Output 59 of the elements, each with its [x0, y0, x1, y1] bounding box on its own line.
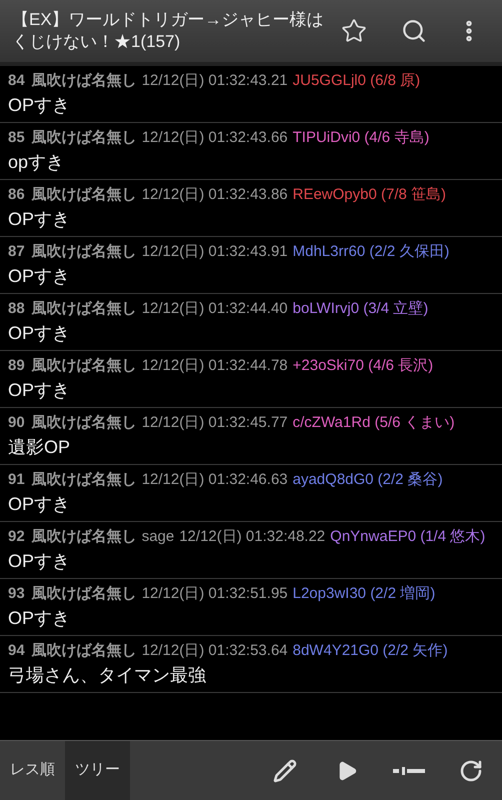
post-body: 弓場さん、タイマン最強 — [8, 664, 207, 687]
poster-name: 風吹けば名無し — [32, 413, 137, 432]
poster-id[interactable]: QnYnwaEP0 (1/4 悠木) — [330, 527, 486, 546]
post-number[interactable]: 85 — [8, 128, 25, 147]
sort-tab[interactable]: ツリー — [65, 741, 130, 800]
thread-title: 【EX】ワールドトリガー→ジャヒー様はくじけない！★1(157) — [12, 9, 324, 53]
poster-id[interactable]: REewOpyb0 (7/8 笹島) — [292, 185, 446, 204]
poster-name: 風吹けば名無し — [32, 71, 137, 90]
post-date: 12/12(日) 01:32:44.78 — [142, 356, 288, 375]
poster-name: 風吹けば名無し — [32, 356, 137, 375]
post-body: OPすき — [8, 208, 72, 231]
post-date: 12/12(日) 01:32:46.63 — [142, 470, 288, 489]
poster-name: 風吹けば名無し — [32, 584, 137, 603]
post-body: OPすき — [8, 265, 72, 288]
post-body: OPすき — [8, 493, 72, 516]
post-number[interactable]: 92 — [8, 527, 25, 546]
poster-name: 風吹けば名無し — [32, 470, 137, 489]
poster-id[interactable]: c/cZWa1Rd (5/6 くまい) — [292, 413, 455, 432]
sort-tab[interactable]: レス順 — [0, 741, 65, 800]
poster-id[interactable]: TIPUiDvi0 (4/6 寺島) — [292, 128, 430, 147]
poster-name: 風吹けば名無し — [32, 185, 137, 204]
post-number[interactable]: 93 — [8, 584, 25, 603]
post-body: OPすき — [8, 322, 72, 345]
post-date: 12/12(日) 01:32:48.22 — [179, 527, 326, 546]
post-body: OPすき — [8, 379, 72, 402]
post-number[interactable]: 91 — [8, 470, 25, 489]
post-number[interactable]: 87 — [8, 242, 25, 261]
post-date: 12/12(日) 01:32:43.66 — [142, 128, 288, 147]
poster-name: 風吹けば名無し — [32, 242, 137, 261]
post-number[interactable]: 89 — [8, 356, 25, 375]
post-body: opすき — [8, 151, 66, 174]
post-body: OPすき — [8, 607, 72, 630]
post-number[interactable]: 94 — [8, 641, 25, 660]
poster-name: 風吹けば名無し — [32, 299, 137, 318]
poster-name: 風吹けば名無し — [32, 128, 137, 147]
post-body: 遺影OP — [8, 436, 72, 459]
poster-id[interactable]: 8dW4Y21G0 (2/2 矢作) — [292, 641, 448, 660]
post-date: 12/12(日) 01:32:51.95 — [142, 584, 288, 603]
poster-id[interactable]: JU5GGLjl0 (6/8 原) — [292, 71, 420, 90]
post-number[interactable]: 86 — [8, 185, 25, 204]
poster-id[interactable]: MdhL3rr60 (2/2 久保田) — [292, 242, 450, 261]
post-date: 12/12(日) 01:32:53.64 — [142, 641, 288, 660]
post-body: OPすき — [8, 94, 72, 117]
post-date: 12/12(日) 01:32:45.77 — [142, 413, 288, 432]
poster-id[interactable]: boLWIrvj0 (3/4 立壁) — [292, 299, 428, 318]
poster-id[interactable]: ayadQ8dG0 (2/2 桑谷) — [292, 470, 443, 489]
post-date: 12/12(日) 01:32:43.86 — [142, 185, 288, 204]
post-body: OPすき — [8, 550, 72, 573]
poster-id[interactable]: L2op3wI30 (2/2 増岡) — [292, 584, 436, 603]
post-number[interactable]: 84 — [8, 71, 25, 90]
post-date: 12/12(日) 01:32:44.40 — [142, 299, 288, 318]
poster-name: 風吹けば名無し — [32, 527, 137, 546]
mail-field: sage — [142, 527, 174, 546]
post-date: 12/12(日) 01:32:43.21 — [142, 71, 288, 90]
post-date: 12/12(日) 01:32:43.91 — [142, 242, 288, 261]
poster-name: 風吹けば名無し — [32, 641, 137, 660]
poster-id[interactable]: +23oSki70 (4/6 長沢) — [292, 356, 434, 375]
post-number[interactable]: 88 — [8, 299, 25, 318]
post-number[interactable]: 90 — [8, 413, 25, 432]
